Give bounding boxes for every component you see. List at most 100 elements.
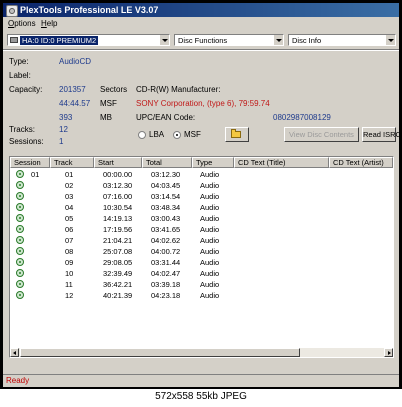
drive-select[interactable]: HA:0 ID:0 PREMIUM2 xyxy=(7,34,170,46)
cell-start: 07:16.00 xyxy=(103,192,133,201)
audio-track-icon xyxy=(16,258,24,266)
chevron-down-icon[interactable] xyxy=(159,35,169,45)
cell-type: Audio xyxy=(200,236,220,245)
cell-start: 21:04.21 xyxy=(103,236,133,245)
cell-total: 03:12.30 xyxy=(151,170,181,179)
cell-session: 01 xyxy=(31,170,40,179)
table-row[interactable]: 06 17:19.56 03:41.65 Audio xyxy=(10,225,393,234)
radio-lba[interactable] xyxy=(138,131,146,139)
disc-info-select[interactable]: Disc Info xyxy=(288,34,396,46)
audio-track-icon xyxy=(16,225,24,233)
cell-type: Audio xyxy=(200,225,220,234)
track-list[interactable]: Session Track Start Total Type CD Text (… xyxy=(9,156,394,358)
tracks-label: Tracks: xyxy=(9,125,35,134)
msf-value: 44:44.57 xyxy=(59,99,91,108)
view-disc-contents-button[interactable]: View Disc Contents xyxy=(284,127,359,142)
sessions-label: Sessions: xyxy=(9,137,44,146)
col-type[interactable]: Type xyxy=(192,157,234,168)
cell-total: 04:03.45 xyxy=(151,181,181,190)
read-isrc-button[interactable]: Read ISRC xyxy=(362,127,401,142)
msf-unit: MSF xyxy=(100,99,117,108)
type-label: Type: xyxy=(9,57,29,66)
table-row[interactable]: 07 21:04.21 04:02.62 Audio xyxy=(10,236,393,245)
app-window: PlexTools Professional LE V3.07 Options … xyxy=(3,3,401,387)
drive-icon xyxy=(10,37,18,43)
horizontal-scrollbar[interactable] xyxy=(10,348,393,357)
table-row[interactable]: 03 07:16.00 03:14.54 Audio xyxy=(10,192,393,201)
screenshot-frame: PlexTools Professional LE V3.07 Options … xyxy=(0,0,402,389)
cell-type: Audio xyxy=(200,280,220,289)
table-row[interactable]: 05 14:19.13 03:00.43 Audio xyxy=(10,214,393,223)
cell-total: 04:23.18 xyxy=(151,291,181,300)
cell-total: 04:02.47 xyxy=(151,269,181,278)
col-session[interactable]: Session xyxy=(10,157,50,168)
col-start[interactable]: Start xyxy=(94,157,142,168)
cell-track: 07 xyxy=(65,236,74,245)
audio-track-icon xyxy=(16,247,24,255)
cell-start: 00:00.00 xyxy=(103,170,133,179)
track-list-header: Session Track Start Total Type CD Text (… xyxy=(10,157,393,168)
cell-type: Audio xyxy=(200,192,220,201)
cell-type: Audio xyxy=(200,181,220,190)
audio-track-icon xyxy=(16,291,24,299)
cell-total: 04:02.62 xyxy=(151,236,181,245)
col-track[interactable]: Track xyxy=(50,157,94,168)
cell-total: 03:48.34 xyxy=(151,203,181,212)
status-text: Ready xyxy=(6,376,30,385)
chevron-down-icon[interactable] xyxy=(273,35,283,45)
scrollbar-thumb[interactable] xyxy=(20,348,300,357)
cell-total: 04:00.72 xyxy=(151,247,181,256)
audio-track-icon xyxy=(16,192,24,200)
menu-bar: Options Help xyxy=(3,18,399,30)
menu-options[interactable]: Options xyxy=(8,18,36,30)
radio-msf[interactable] xyxy=(173,131,181,139)
disc-info-value: Disc Info xyxy=(292,36,322,45)
open-folder-button[interactable] xyxy=(225,127,249,142)
col-cd-text-title[interactable]: CD Text (Title) xyxy=(234,157,329,168)
table-row[interactable]: 09 29:08.05 03:31.44 Audio xyxy=(10,258,393,267)
sessions-value: 1 xyxy=(59,137,64,146)
cell-type: Audio xyxy=(200,203,220,212)
audio-track-icon xyxy=(16,269,24,277)
audio-track-icon xyxy=(16,203,24,211)
cell-track: 11 xyxy=(65,280,73,289)
table-row[interactable]: 02 03:12.30 04:03.45 Audio xyxy=(10,181,393,190)
cell-type: Audio xyxy=(200,269,220,278)
toolbar-divider xyxy=(3,49,399,51)
cell-total: 03:00.43 xyxy=(151,214,181,223)
scroll-right-icon[interactable] xyxy=(384,348,393,357)
disc-functions-select[interactable]: Disc Functions xyxy=(174,34,284,46)
image-caption: 572x558 55kb JPEG xyxy=(155,391,247,402)
table-row[interactable]: 11 36:42.21 03:39.18 Audio xyxy=(10,280,393,289)
table-row[interactable]: 12 40:21.39 04:23.18 Audio xyxy=(10,291,393,300)
col-total[interactable]: Total xyxy=(142,157,192,168)
type-value: AudioCD xyxy=(59,57,92,66)
table-row[interactable]: 08 25:07.08 04:00.72 Audio xyxy=(10,247,393,256)
cell-type: Audio xyxy=(200,291,220,300)
audio-track-icon xyxy=(16,181,24,189)
cell-track: 02 xyxy=(65,181,74,190)
cell-track: 04 xyxy=(65,203,74,212)
menu-help[interactable]: Help xyxy=(41,18,57,30)
disc-functions-value: Disc Functions xyxy=(178,36,228,45)
audio-track-icon xyxy=(16,214,24,222)
upc-value: 0802987008129 xyxy=(273,113,331,122)
cdr-manufacturer-label: CD-R(W) Manufacturer: xyxy=(136,85,221,94)
table-row[interactable]: 04 10:30.54 03:48.34 Audio xyxy=(10,203,393,212)
col-cd-text-artist[interactable]: CD Text (Artist) xyxy=(329,157,393,168)
chevron-down-icon[interactable] xyxy=(385,35,395,45)
cell-start: 32:39.49 xyxy=(103,269,133,278)
table-row[interactable]: 10 32:39.49 04:02.47 Audio xyxy=(10,269,393,278)
cell-type: Audio xyxy=(200,170,220,179)
drive-select-value: HA:0 ID:0 PREMIUM2 xyxy=(20,36,99,45)
sectors-unit: Sectors xyxy=(100,85,128,94)
table-row[interactable]: 01 01 00:00.00 03:12.30 Audio xyxy=(10,170,393,179)
scroll-left-icon[interactable] xyxy=(10,348,19,357)
cell-track: 12 xyxy=(65,291,74,300)
title-bar[interactable]: PlexTools Professional LE V3.07 xyxy=(3,3,399,17)
cell-total: 03:39.18 xyxy=(151,280,181,289)
folder-icon xyxy=(231,129,241,138)
cell-start: 03:12.30 xyxy=(103,181,133,190)
status-bar: Ready xyxy=(3,374,399,387)
mb-value: 393 xyxy=(59,113,73,122)
